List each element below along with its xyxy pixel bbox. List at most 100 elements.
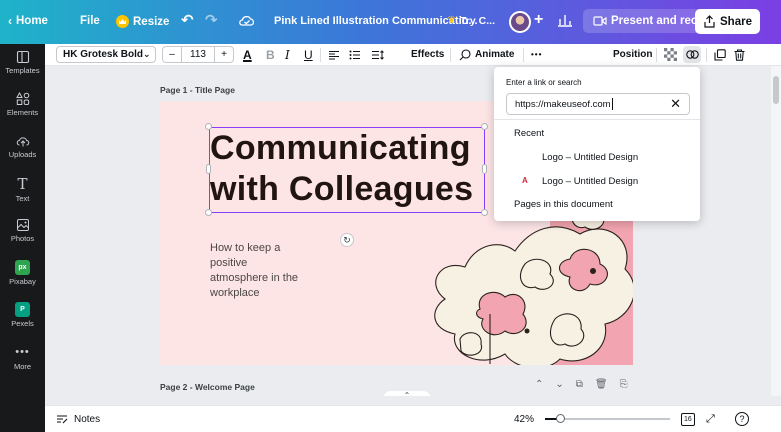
transparency-button[interactable] (664, 44, 677, 65)
link-button[interactable] (683, 46, 701, 63)
headline-line-2[interactable]: with Colleagues (210, 169, 473, 210)
show-pages-toggle[interactable]: ⌃ (383, 391, 431, 396)
pixabay-icon: px (15, 260, 30, 275)
italic-button[interactable]: I (285, 44, 290, 65)
present-record-icon (593, 16, 607, 26)
page-count-button[interactable]: 16 (681, 406, 695, 432)
sidebar-label-pixabay: Pixabay (9, 277, 36, 286)
effects-button[interactable]: Effects (411, 44, 444, 65)
recent-item-2-text: Logo – Untitled Design (542, 175, 639, 187)
font-family-select[interactable]: HK Grotesk Bold ⌄ (56, 46, 156, 63)
list-button[interactable] (349, 44, 361, 65)
notes-button[interactable]: Notes (56, 406, 100, 432)
avatar[interactable] (509, 11, 531, 33)
recent-item-1[interactable]: Logo – Untitled Design (494, 146, 700, 168)
more-options-icon: ••• (531, 50, 543, 59)
text-color-button[interactable]: A (243, 44, 252, 65)
link-popup-header: Enter a link or search (506, 78, 582, 87)
vertical-scrollbar[interactable] (771, 66, 781, 396)
bold-button[interactable]: B (266, 44, 275, 65)
add-collaborator-button[interactable]: + (534, 12, 543, 28)
spacing-button[interactable] (371, 44, 385, 65)
font-family-value: HK Grotesk Bold (63, 49, 144, 60)
italic-icon: I (285, 47, 290, 62)
trash-icon (734, 48, 745, 61)
try-pro-button[interactable]: ♛ Try C... (447, 15, 495, 27)
delete-button[interactable] (734, 44, 745, 65)
underline-button[interactable]: U (304, 44, 313, 65)
share-button[interactable]: Share (695, 9, 760, 34)
add-page-icon[interactable]: ⎘ (620, 379, 628, 390)
pages-section-label: Pages in this document (494, 193, 700, 215)
chevron-down-icon: ⌄ (143, 49, 151, 59)
duplicate-button[interactable] (714, 44, 726, 65)
duplicate-page-icon[interactable]: ⧉ (576, 379, 583, 390)
fullscreen-button[interactable]: ⤢ (706, 406, 715, 432)
sidebar-item-templates[interactable]: Templates (0, 50, 45, 75)
sidebar-item-pixabay[interactable]: px Pixabay (0, 260, 45, 286)
cloud-save-button[interactable] (238, 12, 256, 28)
chevron-up-icon[interactable]: ⌃ (535, 379, 543, 390)
rotate-icon: ↻ (343, 234, 351, 245)
file-menu[interactable]: File (80, 15, 100, 27)
link-input-value: https://makeuseof.com (515, 98, 611, 110)
font-size-decrease-button[interactable]: – (163, 49, 181, 60)
font-size-stepper[interactable]: – 113 + (162, 46, 234, 63)
line-spacing-icon (372, 49, 384, 60)
zoom-slider-track (545, 414, 670, 423)
bar-chart-icon (558, 15, 572, 27)
resize-handle-top-left[interactable] (205, 123, 212, 130)
sidebar-item-pexels[interactable]: P Pexels (0, 302, 45, 328)
redo-icon: ↷ (205, 12, 218, 29)
resize-handle-top-right[interactable] (481, 123, 488, 130)
text-align-button[interactable] (328, 44, 340, 65)
resize-handle-bottom-left[interactable] (205, 209, 212, 216)
link-icon (685, 50, 699, 59)
more-options-button[interactable]: ••• (531, 44, 542, 65)
bullet-list-icon (349, 50, 360, 59)
help-button[interactable]: ? (735, 406, 749, 432)
sidebar-label-photos: Photos (10, 234, 35, 243)
crown-icon (116, 15, 129, 28)
link-input[interactable]: https://makeuseof.com ✕ (506, 93, 690, 115)
notes-label: Notes (74, 413, 101, 425)
subtitle-text[interactable]: How to keep a positive atmosphere in the… (210, 241, 308, 301)
sidebar-item-elements[interactable]: Elements (0, 92, 45, 117)
toolbar-divider (450, 48, 451, 62)
resize-handle-bottom-right[interactable] (481, 209, 488, 216)
sidebar-item-text[interactable]: T Text (0, 176, 45, 203)
editor-toolbar: HK Grotesk Bold ⌄ – 113 + A B I U Effect… (45, 44, 781, 66)
position-button[interactable]: Position (613, 44, 652, 65)
undo-button[interactable]: ↶ (181, 13, 194, 28)
sidebar-item-photos[interactable]: Photos (0, 218, 45, 243)
font-size-increase-button[interactable]: + (215, 49, 233, 60)
page-2-controls: ⌃ ⌄ ⧉ 🗑 ⎘ (535, 379, 628, 390)
clear-input-icon[interactable]: ✕ (670, 96, 681, 112)
delete-page-icon[interactable]: 🗑 (595, 379, 608, 390)
animate-button[interactable]: Animate (459, 44, 514, 65)
home-button[interactable]: ‹ Home (8, 15, 48, 27)
link-popup: Enter a link or search https://makeuseof… (494, 67, 700, 221)
sidebar-label-more: More (13, 362, 32, 371)
zoom-slider[interactable] (545, 406, 670, 432)
headline-line-1[interactable]: Communicating (210, 128, 471, 169)
resize-button[interactable]: Resize (116, 15, 169, 28)
redo-button[interactable]: ↷ (205, 13, 218, 28)
scrollbar-thumb[interactable] (773, 76, 779, 104)
resize-handle-left[interactable] (206, 164, 211, 174)
transparency-icon (664, 48, 677, 61)
resize-handle-right[interactable] (482, 164, 487, 174)
file-label: File (80, 15, 100, 27)
sidebar-item-uploads[interactable]: Uploads (0, 134, 45, 159)
align-left-icon (329, 50, 339, 60)
toolbar-divider (706, 48, 707, 62)
font-size-value[interactable]: 113 (181, 47, 215, 62)
chevron-down-icon[interactable]: ⌄ (555, 379, 563, 390)
insights-button[interactable] (557, 12, 573, 28)
left-sidebar: Templates Elements Uploads T Text Photos… (0, 44, 45, 432)
rotate-handle[interactable]: ↻ (340, 233, 354, 247)
zoom-slider-knob[interactable] (556, 414, 565, 423)
recent-item-2[interactable]: A Logo – Untitled Design (494, 170, 700, 192)
sidebar-item-more[interactable]: ••• More (0, 344, 45, 371)
recent-label-text: Recent (514, 127, 545, 139)
